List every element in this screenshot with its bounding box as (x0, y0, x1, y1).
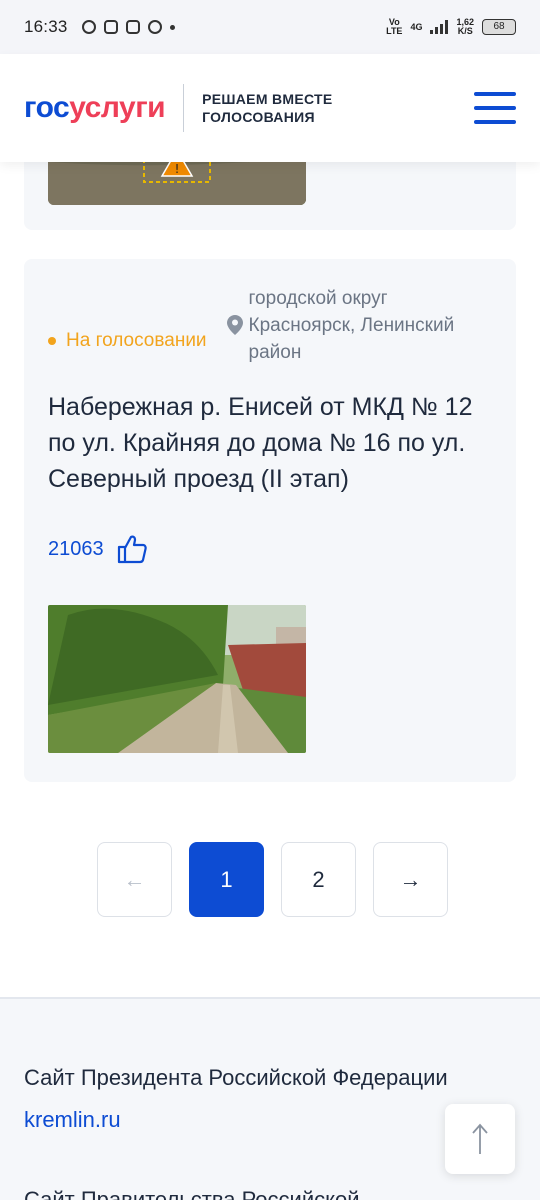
footer-president-title: Сайт Президента Российской Федерации (24, 1065, 448, 1090)
project-location: городской округ Красноярск, Ленинский ра… (226, 285, 485, 366)
footer-kremlin-link[interactable]: kremlin.ru (24, 1107, 121, 1133)
page-button-1[interactable]: 1 (189, 842, 264, 917)
battery-icon: 68 (482, 19, 516, 35)
status-label: На голосовании (66, 329, 207, 351)
status-time: 16:33 (24, 17, 68, 36)
project-title[interactable]: Набережная р. Енисей от МКД № 12 по ул. … (48, 389, 488, 497)
speed-indicator: 1,62 K/S (456, 18, 474, 36)
pagination: ← 1 2 → (97, 842, 448, 917)
tagline-line1: РЕШАЕМ ВМЕСТЕ (202, 91, 333, 107)
arrow-up-icon (472, 1123, 488, 1154)
network-type: 4G (410, 21, 423, 32)
header-tagline: РЕШАЕМ ВМЕСТЕ ГОЛОСОВАНИЯ (202, 90, 332, 126)
notification-icons (81, 20, 175, 34)
app-icon (125, 20, 140, 34)
embankment-photo (48, 605, 306, 753)
speed-unit: K/S (457, 26, 473, 36)
status-badge: На голосовании (48, 315, 207, 366)
project-card[interactable]: На голосовании городской округ Красноярс… (24, 259, 516, 782)
network-label: 4G (410, 21, 423, 32)
location-text: городской округ Красноярск, Ленинский ра… (248, 288, 455, 363)
tagline-line2: ГОЛОСОВАНИЯ (202, 109, 315, 125)
project-meta: На голосовании городской округ Красноярс… (48, 285, 498, 366)
header-divider (183, 84, 185, 132)
logo-part2: услуги (69, 91, 166, 124)
page-button-2[interactable]: 2 (281, 842, 356, 917)
chat-icon (81, 20, 96, 34)
prev-page-button[interactable]: ← (97, 842, 172, 917)
votes: 21063 (48, 533, 148, 565)
logo-part1: гос (24, 91, 70, 124)
status-right: Vo LTE 4G 1,62 K/S 68 (386, 18, 516, 36)
volte-indicator: Vo LTE (386, 18, 402, 36)
office-icon (103, 20, 118, 34)
volte-bottom: LTE (386, 26, 403, 36)
status-bar: 16:33 Vo LTE 4G 1,62 K/S 68 (0, 0, 540, 54)
next-page-button[interactable]: → (373, 842, 448, 917)
status-dot-icon (48, 336, 56, 345)
svg-text:!: ! (175, 162, 180, 176)
scroll-to-top-button[interactable] (445, 1104, 515, 1174)
project-photo[interactable] (48, 605, 306, 753)
burger-icon[interactable] (474, 92, 516, 124)
thumbs-up-icon[interactable] (116, 533, 148, 565)
link-icon (147, 20, 162, 34)
signal-icon (430, 20, 449, 34)
vote-count: 21063 (48, 537, 104, 560)
gosuslugi-logo[interactable]: госуслуги (24, 91, 166, 125)
site-header: госуслуги РЕШАЕМ ВМЕСТЕ ГОЛОСОВАНИЯ (0, 54, 540, 162)
footer-government-title: Сайт Правительства Российской (24, 1187, 360, 1200)
location-pin-icon (226, 315, 243, 335)
more-notifications-icon (169, 24, 175, 30)
